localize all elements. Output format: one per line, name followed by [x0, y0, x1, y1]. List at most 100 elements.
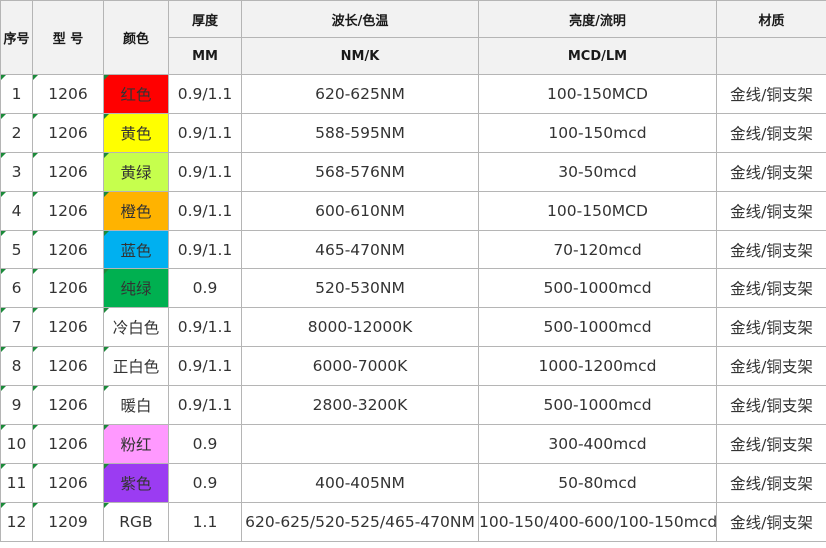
cell-brightness: 100-150mcd: [478, 112, 717, 153]
cell-wavelength: 620-625/520-525/465-470NM: [241, 501, 479, 542]
cell-color: RGB: [103, 501, 169, 542]
cell-thickness: 0.9/1.1: [168, 346, 242, 387]
cell-material: 金线/铜支架: [716, 229, 826, 270]
cell-seq: 9: [0, 385, 33, 426]
table-row: 1 1206 红色 0.9/1.1 620-625NM 100-150MCD 金线/铜支架: [0, 74, 826, 114]
cell-color: 黄色: [103, 112, 169, 153]
cell-wavelength: 600-610NM: [241, 190, 479, 231]
cell-material: 金线/铜支架: [716, 501, 826, 542]
cell-material: 金线/铜支架: [716, 307, 826, 348]
table-row: 3 1206 黄绿 0.9/1.1 568-576NM 30-50mcd 金线/铜支架: [0, 151, 826, 192]
table-row: 11 1206 紫色 0.9 400-405NM 50-80mcd 金线/铜支架: [0, 462, 826, 503]
cell-wavelength: 520-530NM: [241, 268, 479, 309]
cell-color: 粉红: [103, 424, 169, 464]
cell-color: 纯绿: [103, 268, 169, 309]
cell-color: 红色: [103, 74, 169, 114]
cell-thickness: 1.1: [168, 501, 242, 542]
table-row: 8 1206 正白色 0.9/1.1 6000-7000K 1000-1200mcd 金线/…: [0, 346, 826, 387]
cell-material: 金线/铜支架: [716, 112, 826, 153]
header-wavelength: 波长/色温: [241, 0, 479, 38]
cell-material: 金线/铜支架: [716, 385, 826, 426]
cell-wavelength: 568-576NM: [241, 151, 479, 192]
cell-seq: 12: [0, 501, 33, 542]
cell-thickness: 0.9/1.1: [168, 112, 242, 153]
cell-brightness: 70-120mcd: [478, 229, 717, 270]
header-material-unit: [716, 37, 826, 75]
table-row: 4 1206 橙色 0.9/1.1 600-610NM 100-150MCD 金线/铜支架: [0, 190, 826, 231]
cell-model: 1206: [32, 151, 104, 192]
table-row: 12 1209 RGB 1.1 620-625/520-525/465-470NM 100…: [0, 501, 826, 542]
cell-thickness: 0.9/1.1: [168, 229, 242, 270]
cell-color: 黄绿: [103, 151, 169, 192]
cell-color: 蓝色: [103, 229, 169, 270]
cell-model: 1206: [32, 385, 104, 426]
table-row: 6 1206 纯绿 0.9 520-530NM 500-1000mcd 金线/铜支架: [0, 268, 826, 309]
header-wavelength-unit: NM/K: [241, 37, 479, 75]
cell-color: 紫色: [103, 462, 169, 503]
cell-thickness: 0.9: [168, 462, 242, 503]
cell-brightness: 100-150/400-600/100-150mcd: [478, 501, 717, 542]
cell-seq: 1: [0, 74, 33, 114]
header-thickness-unit: MM: [168, 37, 242, 75]
cell-model: 1206: [32, 346, 104, 387]
cell-wavelength: [241, 424, 479, 464]
table-row: 10 1206 粉红 0.9 300-400mcd 金线/铜支架: [0, 424, 826, 464]
cell-material: 金线/铜支架: [716, 74, 826, 114]
header-brightness-unit: MCD/LM: [478, 37, 717, 75]
header-thickness: 厚度: [168, 0, 242, 38]
cell-wavelength: 6000-7000K: [241, 346, 479, 387]
cell-seq: 4: [0, 190, 33, 231]
cell-seq: 8: [0, 346, 33, 387]
cell-thickness: 0.9: [168, 424, 242, 464]
cell-model: 1206: [32, 229, 104, 270]
cell-wavelength: 400-405NM: [241, 462, 479, 503]
cell-brightness: 500-1000mcd: [478, 268, 717, 309]
cell-material: 金线/铜支架: [716, 268, 826, 309]
table-row: 5 1206 蓝色 0.9/1.1 465-470NM 70-120mcd 金线/铜支架: [0, 229, 826, 270]
cell-seq: 10: [0, 424, 33, 464]
cell-color: 橙色: [103, 190, 169, 231]
cell-thickness: 0.9/1.1: [168, 190, 242, 231]
cell-thickness: 0.9: [168, 268, 242, 309]
cell-wavelength: 465-470NM: [241, 229, 479, 270]
table-row: 2 1206 黄色 0.9/1.1 588-595NM 100-150mcd 金线/铜支架: [0, 112, 826, 153]
cell-thickness: 0.9/1.1: [168, 307, 242, 348]
table-row: 7 1206 冷白色 0.9/1.1 8000-12000K 500-1000mcd 金线/…: [0, 307, 826, 348]
cell-wavelength: 620-625NM: [241, 74, 479, 114]
cell-material: 金线/铜支架: [716, 462, 826, 503]
cell-brightness: 30-50mcd: [478, 151, 717, 192]
cell-wavelength: 588-595NM: [241, 112, 479, 153]
cell-material: 金线/铜支架: [716, 190, 826, 231]
header-seq: 序号: [0, 0, 33, 75]
cell-brightness: 100-150MCD: [478, 190, 717, 231]
cell-wavelength: 2800-3200K: [241, 385, 479, 426]
cell-seq: 3: [0, 151, 33, 192]
header-color: 颜色: [103, 0, 169, 75]
cell-thickness: 0.9/1.1: [168, 385, 242, 426]
header-row: 序号 型 号 颜色 厚度 波长/色温 亮度/流明 材质: [0, 0, 826, 75]
led-spec-table: 序号 型 号 颜色 厚度 波长/色温 亮度/流明 材质 MM NM/K MCD/…: [0, 0, 826, 542]
cell-seq: 5: [0, 229, 33, 270]
header-brightness: 亮度/流明: [478, 0, 717, 38]
cell-seq: 7: [0, 307, 33, 348]
cell-model: 1206: [32, 307, 104, 348]
cell-thickness: 0.9/1.1: [168, 151, 242, 192]
cell-model: 1206: [32, 268, 104, 309]
cell-material: 金线/铜支架: [716, 346, 826, 387]
table-row: 9 1206 暖白 0.9/1.1 2800-3200K 500-1000mcd 金线/铜支…: [0, 385, 826, 426]
cell-wavelength: 8000-12000K: [241, 307, 479, 348]
cell-brightness: 300-400mcd: [478, 424, 717, 464]
cell-brightness: 500-1000mcd: [478, 307, 717, 348]
table-body: 1 1206 红色 0.9/1.1 620-625NM 100-150MCD 金线/铜支架 2…: [0, 74, 826, 542]
cell-material: 金线/铜支架: [716, 151, 826, 192]
cell-color: 暖白: [103, 385, 169, 426]
cell-model: 1206: [32, 424, 104, 464]
cell-model: 1206: [32, 462, 104, 503]
cell-model: 1206: [32, 74, 104, 114]
cell-brightness: 500-1000mcd: [478, 385, 717, 426]
cell-color: 冷白色: [103, 307, 169, 348]
cell-thickness: 0.9/1.1: [168, 74, 242, 114]
cell-color: 正白色: [103, 346, 169, 387]
cell-model: 1206: [32, 190, 104, 231]
cell-seq: 2: [0, 112, 33, 153]
